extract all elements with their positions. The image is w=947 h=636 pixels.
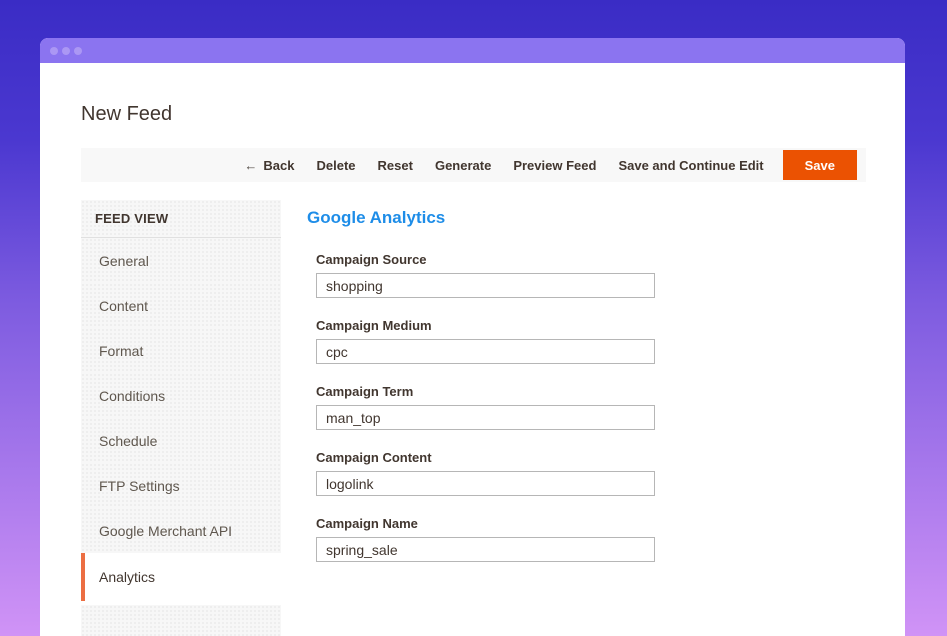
page-body: New Feed ← Back Delete Reset Generate Pre…: [40, 63, 905, 636]
sidebar-item-conditions[interactable]: Conditions: [81, 373, 281, 418]
content-row: FEED VIEW General Content Format Conditi…: [81, 200, 866, 636]
back-button[interactable]: ← Back: [233, 158, 305, 173]
campaign-content-input[interactable]: [316, 471, 655, 496]
section-heading: Google Analytics: [307, 206, 866, 230]
sidebar-item-analytics[interactable]: Analytics: [81, 553, 281, 601]
campaign-name-label: Campaign Name: [316, 515, 866, 532]
window-title-bar: [40, 38, 905, 63]
campaign-name-input[interactable]: [316, 537, 655, 562]
browser-window: New Feed ← Back Delete Reset Generate Pre…: [40, 38, 905, 636]
main-panel: Google Analytics Campaign Source Campaig…: [281, 200, 866, 636]
back-arrow-icon: ←: [244, 158, 257, 173]
field-campaign-source: Campaign Source: [316, 251, 866, 298]
reset-button[interactable]: Reset: [367, 158, 424, 173]
campaign-medium-label: Campaign Medium: [316, 317, 866, 334]
campaign-source-label: Campaign Source: [316, 251, 866, 268]
generate-button[interactable]: Generate: [424, 158, 502, 173]
sidebar-item-schedule[interactable]: Schedule: [81, 418, 281, 463]
window-dot-icon: [50, 47, 58, 55]
sidebar-item-google-merchant-api[interactable]: Google Merchant API: [81, 508, 281, 553]
save-button[interactable]: Save: [783, 150, 857, 180]
field-campaign-medium: Campaign Medium: [316, 317, 866, 364]
save-and-continue-button[interactable]: Save and Continue Edit: [607, 158, 774, 173]
field-campaign-term: Campaign Term: [316, 383, 866, 430]
form-fields: Campaign Source Campaign Medium Campaign…: [316, 251, 866, 562]
preview-feed-button[interactable]: Preview Feed: [502, 158, 607, 173]
campaign-content-label: Campaign Content: [316, 449, 866, 466]
field-campaign-content: Campaign Content: [316, 449, 866, 496]
window-dot-icon: [62, 47, 70, 55]
sidebar-filler: [81, 605, 281, 636]
sidebar-item-general[interactable]: General: [81, 238, 281, 283]
campaign-term-input[interactable]: [316, 405, 655, 430]
sidebar: FEED VIEW General Content Format Conditi…: [81, 200, 281, 636]
sidebar-item-content[interactable]: Content: [81, 283, 281, 328]
window-dot-icon: [74, 47, 82, 55]
field-campaign-name: Campaign Name: [316, 515, 866, 562]
sidebar-item-format[interactable]: Format: [81, 328, 281, 373]
page-title: New Feed: [81, 100, 866, 128]
sidebar-header: FEED VIEW: [81, 200, 281, 238]
toolbar: ← Back Delete Reset Generate Preview Feed…: [81, 148, 866, 182]
delete-button[interactable]: Delete: [306, 158, 367, 173]
sidebar-item-ftp-settings[interactable]: FTP Settings: [81, 463, 281, 508]
campaign-source-input[interactable]: [316, 273, 655, 298]
back-button-label: Back: [263, 158, 294, 173]
campaign-term-label: Campaign Term: [316, 383, 866, 400]
campaign-medium-input[interactable]: [316, 339, 655, 364]
